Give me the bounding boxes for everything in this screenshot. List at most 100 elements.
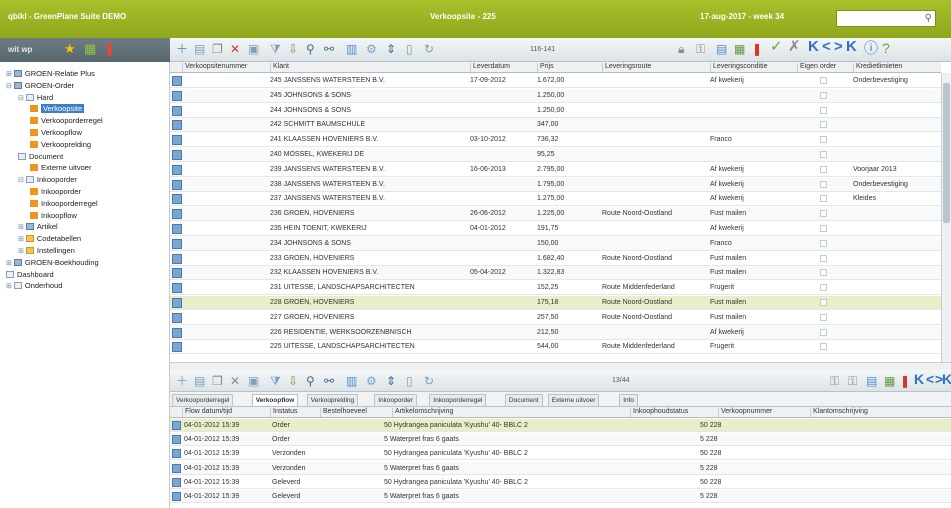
table-row[interactable]: 239 JANSSENS WATERSTEEN B.V. 16-06-2013 2.… — [170, 163, 941, 177]
column-header[interactable]: Kredietlimieten — [853, 63, 902, 72]
table-row[interactable]: 226 RESIDENTIE, WERKSOORZENBNISCH 212,50 A… — [170, 325, 941, 340]
eigen-order-checkbox[interactable] — [820, 136, 827, 144]
search-icon[interactable]: ⚲ — [925, 13, 932, 24]
tree-item[interactable]: Inkoopflow — [30, 210, 77, 221]
filter-icon[interactable]: ⧩ — [270, 374, 281, 388]
column-header[interactable]: Verkoopsitenummer — [182, 63, 247, 72]
refresh-icon[interactable]: ↻ — [424, 42, 434, 56]
table-row[interactable]: 04-01-2012 15:39 Verzonden 50 Hydrangea pa… — [170, 447, 951, 461]
record-icon[interactable] — [172, 90, 182, 101]
column-header[interactable]: Artikelomschrijving — [392, 408, 453, 417]
expand-icon[interactable]: ⊞ — [6, 283, 12, 290]
search-icon[interactable]: ⚲ — [306, 42, 315, 56]
record-icon[interactable] — [172, 150, 182, 160]
columns-icon[interactable]: ▯ — [406, 374, 413, 388]
eigen-order-checkbox[interactable] — [820, 180, 827, 188]
tree-item[interactable]: ⊞ Instellingen — [18, 245, 75, 256]
record-icon[interactable] — [172, 164, 182, 175]
eigen-order-checkbox[interactable] — [820, 121, 827, 129]
flag-icon[interactable]: ❚ — [752, 42, 762, 56]
record-icon[interactable] — [172, 253, 182, 264]
table-row[interactable]: 233 GROEN, HOVENIERS 1.682,40 Route Noord-… — [170, 252, 941, 266]
tab-externe-uitvoer[interactable]: Externe uitvoer — [547, 394, 600, 406]
approve-icon[interactable]: ✓ — [770, 39, 783, 54]
eigen-order-checkbox[interactable] — [820, 151, 827, 158]
edit-icon[interactable]: ▤ — [194, 42, 205, 56]
collapse-icon[interactable]: ⊟ — [6, 83, 12, 90]
tree-item[interactable]: Document — [18, 151, 63, 162]
eigen-order-checkbox[interactable] — [820, 91, 827, 99]
column-header[interactable]: Leverdatum — [470, 63, 510, 72]
table-row[interactable]: 04-01-2012 15:39 Geleverd 5 Waterpret fras… — [170, 490, 951, 503]
print-icon[interactable]: ▣ — [248, 374, 259, 388]
table-row[interactable]: 228 GROEN, HOVENIERS 175,18 Route Noord-Oo… — [170, 296, 941, 310]
eigen-order-checkbox[interactable] — [820, 343, 827, 351]
eigen-order-checkbox[interactable] — [820, 195, 827, 203]
expand-icon[interactable]: ⊞ — [18, 224, 24, 231]
table-row[interactable]: 04-01-2012 15:39 Verzonden 5 Waterpret fra… — [170, 461, 951, 475]
tree-item[interactable]: ⊞ GROEN-Relatie Plus — [6, 68, 95, 79]
export-icon[interactable]: ⇩ — [288, 42, 298, 56]
column-header[interactable]: Eigen order — [797, 63, 836, 72]
eigen-order-checkbox[interactable] — [820, 239, 827, 247]
sort-icon[interactable]: ⇕ — [386, 42, 396, 56]
grid-horizontal-scrollbar[interactable] — [170, 362, 951, 370]
eigen-order-checkbox[interactable] — [820, 165, 827, 173]
detail-icon[interactable]: ▤ — [866, 374, 877, 388]
table-row[interactable]: 237 JANSSENS WATERSTEEN B.V. 1.275,00 Af k… — [170, 192, 941, 207]
eigen-order-checkbox[interactable] — [820, 225, 827, 232]
help-icon[interactable]: ? — [882, 41, 890, 55]
column-header[interactable]: Prijs — [537, 63, 554, 72]
tree-item[interactable]: ⊟ GROEN-Order — [6, 80, 74, 91]
search-input[interactable]: ⚲ — [836, 10, 936, 27]
reject-icon[interactable]: ✗ — [788, 39, 801, 54]
next-record-icon[interactable]: > — [834, 39, 843, 54]
record-icon[interactable] — [172, 342, 182, 353]
binoculars-icon[interactable]: ⚯ — [324, 374, 334, 388]
table-row[interactable]: 241 KLAASSEN HOVENIERS B.V. 03-10-2012 736… — [170, 133, 941, 148]
previous-record-icon[interactable]: < — [822, 39, 831, 54]
tree-item[interactable]: ⊞ GROEN-Boekhouding — [6, 257, 99, 268]
record-icon[interactable] — [172, 238, 182, 249]
table-row[interactable]: 231 UITESSE, LANDSCHAPSARCHITECTEN 152,25… — [170, 281, 941, 296]
tree-icon[interactable]: ▦ — [84, 42, 96, 56]
eigen-order-checkbox[interactable] — [820, 210, 827, 218]
table-row[interactable]: 245 JANSSENS WATERSTEEN B.V. 17-09-2012 1.… — [170, 74, 941, 88]
report-icon[interactable]: ▦ — [734, 42, 745, 56]
lock-icon[interactable]: 🔒︎ — [678, 42, 684, 56]
record-icon[interactable] — [172, 312, 182, 323]
tree-item[interactable]: Verkoopflow — [30, 127, 82, 138]
binoculars-icon[interactable]: ⚯ — [324, 42, 334, 56]
columns-icon[interactable]: ▯ — [406, 42, 413, 56]
record-icon[interactable] — [172, 120, 182, 131]
tab-document[interactable]: Document — [504, 394, 543, 406]
tab-info[interactable]: Info — [619, 394, 639, 406]
column-header[interactable]: Bestelhoeveel — [320, 408, 367, 417]
tab-inkooporderregel[interactable]: Inkooporderregel — [429, 394, 487, 406]
eigen-order-checkbox[interactable] — [820, 328, 827, 336]
column-header[interactable]: Klant — [270, 63, 289, 72]
record-icon[interactable] — [172, 477, 181, 487]
record-icon[interactable] — [172, 179, 182, 190]
tab-verkoopflow[interactable]: Verkoopflow — [251, 394, 299, 406]
expand-icon[interactable]: ⊞ — [18, 236, 24, 243]
edit-icon[interactable]: ▤ — [194, 374, 205, 388]
chart-icon[interactable]: ▥ — [346, 374, 357, 388]
add-icon[interactable]: ＋ — [176, 374, 188, 388]
column-header[interactable]: Verkoopnummer — [718, 408, 772, 417]
grid-vertical-scrollbar[interactable] — [941, 73, 951, 362]
record-icon[interactable] — [172, 209, 182, 220]
tab-inkooporder[interactable]: Inkooporder — [374, 394, 417, 406]
delete-icon[interactable]: ✕ — [230, 42, 240, 56]
first-record-icon[interactable]: K — [914, 372, 924, 386]
lock-icon[interactable]: ⚿ — [830, 374, 839, 388]
tree-item[interactable]: ⊞ Codetabellen — [18, 233, 81, 244]
tab-verkooprelding[interactable]: Verkooprelding — [306, 394, 359, 406]
tree-item[interactable]: Verkooprelding — [30, 139, 91, 150]
record-icon[interactable] — [172, 449, 181, 459]
expand-icon[interactable]: ⊞ — [18, 248, 24, 255]
collapse-icon[interactable]: ⊟ — [18, 95, 24, 102]
record-icon[interactable] — [172, 283, 182, 294]
eigen-order-checkbox[interactable] — [820, 106, 827, 114]
table-row[interactable]: 236 GROEN, HOVENIERS 26-06-2012 1.225,00 Ro… — [170, 207, 941, 222]
